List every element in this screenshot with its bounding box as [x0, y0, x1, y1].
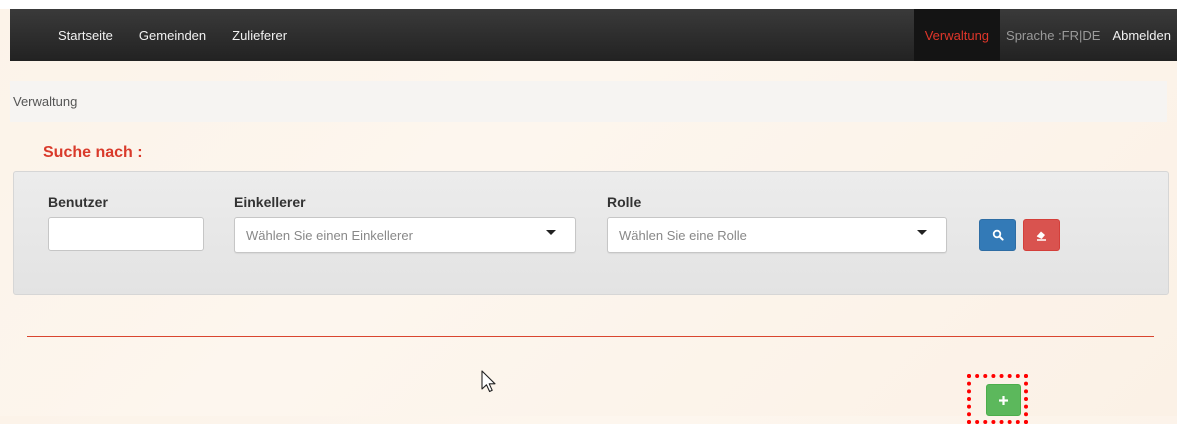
- mouse-cursor-icon: [481, 370, 496, 393]
- section-divider: [27, 336, 1154, 337]
- chevron-down-icon: [546, 230, 556, 235]
- nav-item-startseite[interactable]: Startseite: [58, 28, 113, 43]
- role-select-placeholder: Wählen Sie eine Rolle: [619, 227, 747, 243]
- role-select[interactable]: Wählen Sie eine Rolle: [607, 217, 947, 253]
- eraser-icon: [1036, 231, 1046, 241]
- breadcrumb: Verwaltung: [10, 81, 1167, 122]
- search-title: Suche nach :: [43, 144, 143, 161]
- cellar-select-placeholder: Wählen Sie einen Einkellerer: [246, 227, 413, 243]
- search-icon: [992, 229, 1004, 241]
- reset-button[interactable]: [1023, 219, 1060, 251]
- add-button[interactable]: [986, 384, 1021, 416]
- user-input[interactable]: [48, 217, 204, 251]
- cellar-label: Einkellerer: [234, 194, 306, 210]
- nav-item-gemeinden[interactable]: Gemeinden: [139, 28, 206, 43]
- search-panel: Benutzer Einkellerer Wählen Sie einen Ei…: [13, 171, 1169, 295]
- language-switch[interactable]: Sprache :FR|DE: [1006, 28, 1100, 43]
- nav-right-group: Verwaltung Sprache :FR|DE Abmelden: [913, 9, 1177, 61]
- cellar-select[interactable]: Wählen Sie einen Einkellerer: [234, 217, 576, 253]
- top-navbar: Startseite Gemeinden Zulieferer Verwaltu…: [10, 9, 1177, 61]
- window-top-edge: [0, 0, 1177, 9]
- logout-link[interactable]: Abmelden: [1112, 28, 1171, 43]
- role-label: Rolle: [607, 194, 642, 210]
- plus-icon: [999, 395, 1008, 405]
- nav-item-zulieferer[interactable]: Zulieferer: [232, 28, 287, 43]
- chevron-down-icon: [917, 230, 927, 235]
- nav-item-verwaltung[interactable]: Verwaltung: [913, 9, 1001, 61]
- search-button[interactable]: [979, 219, 1016, 251]
- breadcrumb-current: Verwaltung: [13, 94, 78, 109]
- nav-links: Startseite Gemeinden Zulieferer: [58, 9, 313, 61]
- user-label: Benutzer: [48, 194, 108, 210]
